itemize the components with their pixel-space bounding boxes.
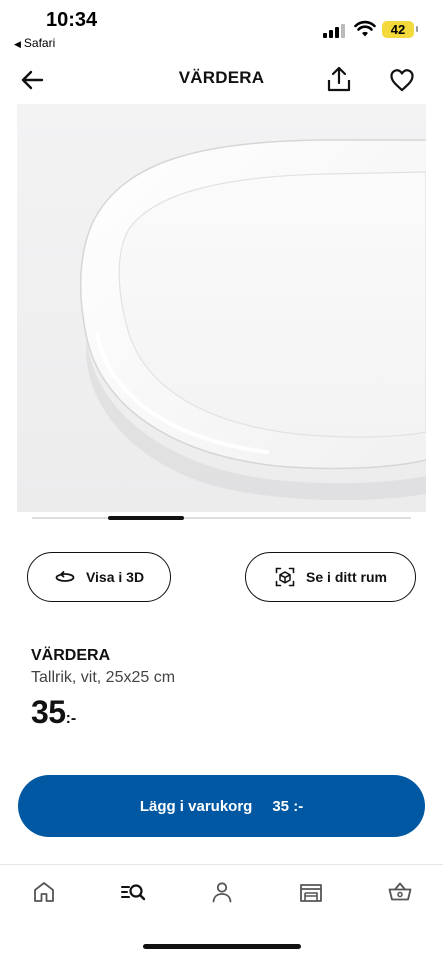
wifi-icon <box>354 20 376 37</box>
back-triangle-icon: ◀ <box>14 39 21 49</box>
tab-bar-divider <box>0 864 443 865</box>
tab-basket[interactable] <box>385 878 415 906</box>
status-bar: 10:34 ◀ Safari 42 <box>0 0 443 56</box>
product-image[interactable] <box>17 104 426 512</box>
favorite-heart-icon[interactable] <box>388 66 416 94</box>
view-in-room-label: Se i ditt rum <box>306 569 387 585</box>
add-to-cart-price: 35 :- <box>272 797 304 815</box>
tab-stores[interactable] <box>296 878 326 906</box>
product-description: Tallrik, vit, 25x25 cm <box>31 669 176 686</box>
tab-search[interactable] <box>118 878 148 906</box>
page-title: VÄRDERA <box>178 68 265 87</box>
view-3d-button[interactable]: Visa i 3D <box>27 552 171 602</box>
battery-indicator: 42 <box>382 21 418 38</box>
basket-icon <box>388 882 412 901</box>
navigation-bar: VÄRDERA <box>0 56 443 102</box>
gallery-pager-indicator[interactable] <box>108 516 184 520</box>
tab-profile[interactable] <box>207 878 237 906</box>
rotate-3d-icon <box>55 571 75 582</box>
add-to-cart-label: Lägg i varukorg <box>139 797 253 815</box>
back-app-label: Safari <box>23 36 56 50</box>
add-to-cart-button[interactable]: Lägg i varukorg 35 :- <box>18 775 425 837</box>
store-icon <box>300 884 322 902</box>
price-integer: 35 <box>31 694 66 730</box>
product-price: 35:- <box>31 694 76 731</box>
ar-cube-icon <box>275 567 295 587</box>
product-name: VÄRDERA <box>31 647 111 664</box>
status-time: 10:34 <box>46 9 98 31</box>
share-icon[interactable] <box>324 64 354 94</box>
back-to-app-link[interactable]: ◀ Safari <box>14 36 55 50</box>
view-in-room-button[interactable]: Se i ditt rum <box>245 552 416 602</box>
home-icon <box>34 882 54 902</box>
search-icon <box>121 884 146 901</box>
profile-icon <box>212 882 232 903</box>
tab-home[interactable] <box>29 878 59 906</box>
cellular-signal-icon <box>323 24 345 38</box>
home-indicator[interactable] <box>143 944 301 949</box>
gallery-pager-track <box>32 517 411 519</box>
view-3d-label: Visa i 3D <box>85 569 145 585</box>
plate-illustration <box>17 104 426 512</box>
price-suffix: :- <box>65 710 77 727</box>
